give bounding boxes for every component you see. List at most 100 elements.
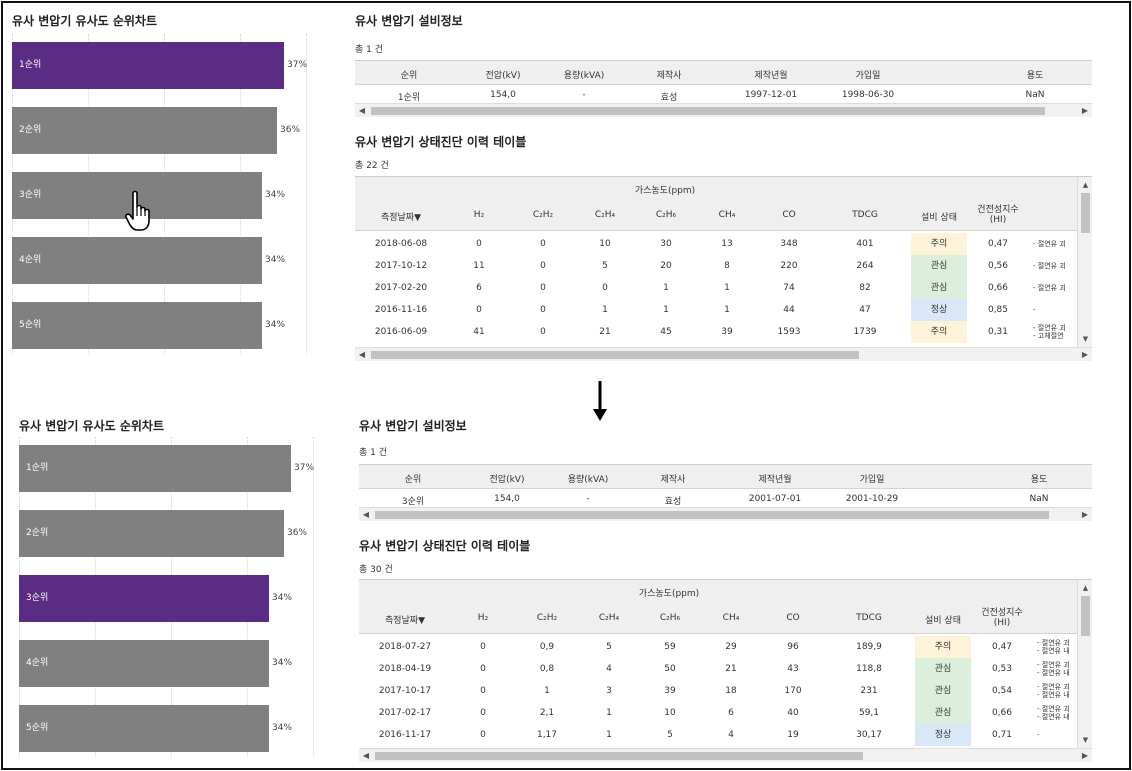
vertical-scrollbar[interactable]: ▲ ▼ <box>1077 177 1092 347</box>
table-cell: 효성 <box>664 497 682 507</box>
column-header[interactable]: 용도 <box>1005 68 1065 81</box>
column-header-h2[interactable]: H₂ <box>459 210 499 220</box>
table-row[interactable]: 2016-06-09 41 0 21 45 39 1593 1739 주의 0,31 - 절연유 괴… <box>355 321 1077 343</box>
vertical-scrollbar[interactable]: ▲ ▼ <box>1077 580 1092 748</box>
scroll-left-icon[interactable]: ◀ <box>355 348 369 362</box>
column-header[interactable]: 전압(kV) <box>463 68 543 81</box>
column-header-status[interactable]: 설비 상태 <box>911 210 967 223</box>
rank-bar[interactable]: 2순위 <box>12 107 277 154</box>
column-header-tdcg[interactable]: TDCG <box>835 210 895 220</box>
cell-c2h4: 5 <box>602 261 608 271</box>
table-row[interactable]: 2016-11-17 0 1,17 1 5 4 19 30,17 정상 0,71 - <box>359 724 1077 746</box>
scrollbar-thumb[interactable] <box>371 107 1045 115</box>
table-row[interactable]: 2018-06-08 0 0 10 30 13 348 401 주의 0,47 - 절연유 괴 <box>355 233 1077 255</box>
rank-bar[interactable]: 5순위 <box>19 705 269 752</box>
horizontal-scrollbar[interactable]: ◀ ▶ <box>359 748 1092 762</box>
rank-bar[interactable]: 1순위 <box>12 42 284 89</box>
column-header-co[interactable]: CO <box>761 210 817 220</box>
column-header[interactable]: 제작년월 <box>725 472 825 485</box>
scrollbar-thumb[interactable] <box>375 752 863 760</box>
scroll-left-icon[interactable]: ◀ <box>359 749 373 763</box>
scrollbar-thumb[interactable] <box>1081 193 1090 233</box>
column-header-status[interactable]: 설비 상태 <box>915 613 971 626</box>
rank-bar-value: 37% <box>294 463 315 473</box>
rank-bar-label: 1순위 <box>19 60 42 70</box>
column-header-tdcg[interactable]: TDCG <box>839 613 899 623</box>
rank-bar[interactable]: 5순위 <box>12 302 262 349</box>
scrollbar-thumb[interactable] <box>375 511 1049 519</box>
diagnosis-note: - 절연유 괴 <box>1033 240 1073 248</box>
column-header[interactable]: 용도 <box>1009 472 1069 485</box>
column-header-date[interactable]: 측정날짜▼ <box>363 613 447 626</box>
column-header[interactable]: 순위 <box>369 68 449 81</box>
rank-bar[interactable]: 2순위 <box>19 510 284 557</box>
cell-tdcg: 264 <box>856 261 874 271</box>
scrollbar-thumb[interactable] <box>1081 596 1090 636</box>
column-header-date[interactable]: 측정날짜▼ <box>359 210 443 223</box>
column-header[interactable]: 제작사 <box>637 472 709 485</box>
column-header-c2h4[interactable]: C₂H₄ <box>577 210 633 220</box>
rank-bar-label: 3순위 <box>19 190 42 200</box>
rank-bar[interactable]: 4순위 <box>19 640 269 687</box>
rank-bar-label: 2순위 <box>26 528 49 538</box>
scroll-down-icon[interactable]: ▼ <box>1078 333 1093 345</box>
table-row[interactable]: 2017-02-20 6 0 0 1 1 74 82 관심 0,66 - 절연유 괴 <box>355 277 1077 299</box>
table-cell: 154,0 <box>494 494 520 504</box>
table-row[interactable]: 3순위 154,0 - 효성 2001-07-01 2001-10-29 NaN <box>359 492 1092 508</box>
column-header-c2h2[interactable]: C₂H₂ <box>515 210 571 220</box>
scroll-up-icon[interactable]: ▲ <box>1078 582 1093 594</box>
table-row[interactable]: 2018-07-27 0 0,9 5 59 29 96 189,9 주의 0,47 - 절연유 괴-… <box>359 636 1077 658</box>
column-header[interactable]: 가입일 <box>821 68 915 81</box>
scroll-right-icon[interactable]: ▶ <box>1078 348 1092 362</box>
scroll-left-icon[interactable]: ◀ <box>359 508 373 522</box>
status-badge: 관심 <box>915 680 971 702</box>
column-header-c2h6[interactable]: C₂H₆ <box>641 613 699 623</box>
column-header[interactable]: 용량(kVA) <box>547 472 629 485</box>
column-header[interactable]: 제작년월 <box>721 68 821 81</box>
column-header[interactable]: 전압(kV) <box>467 472 547 485</box>
table-row[interactable]: 2018-04-19 0 0,8 4 50 21 43 118,8 관심 0,53 - 절연유 괴-… <box>359 658 1077 680</box>
table-row[interactable]: 2017-02-17 0 2,1 1 10 6 40 59,1 관심 0,66 - 절연유 괴- 절… <box>359 702 1077 724</box>
table-cell: NaN <box>1029 494 1049 504</box>
table-row[interactable]: 2017-10-12 11 0 5 20 8 220 264 관심 0,56 - 절연유 괴 <box>355 255 1077 277</box>
column-header-co[interactable]: CO <box>765 613 821 623</box>
column-header-ch4[interactable]: CH₄ <box>705 210 749 220</box>
gas-concentration-header: 가스농도(ppm) <box>638 589 700 599</box>
column-header[interactable]: 가입일 <box>825 472 919 485</box>
table-row[interactable]: 2017-10-17 0 1 3 39 18 170 231 관심 0,54 - 절연유 괴- 절연… <box>359 680 1077 702</box>
column-header-hi[interactable]: 건전성지수 (HI) <box>973 205 1023 225</box>
column-header-hi[interactable]: 건전성지수 (HI) <box>977 608 1027 628</box>
table-cell: - <box>582 90 586 100</box>
horizontal-scrollbar[interactable]: ◀ ▶ <box>359 507 1092 521</box>
column-header[interactable]: 용량(kVA) <box>543 68 625 81</box>
similarity-rank-chart: 1순위 37% 2순위 36% 3순위 34% 4순위 34% 5순위 34% <box>12 34 312 354</box>
rank-bar[interactable]: 4순위 <box>12 237 262 284</box>
horizontal-scrollbar[interactable]: ◀ ▶ <box>355 347 1092 361</box>
column-header-c2h2[interactable]: C₂H₂ <box>519 613 575 623</box>
table-cell: 3순위 <box>401 497 425 507</box>
cell-co: 170 <box>784 686 802 696</box>
scroll-up-icon[interactable]: ▲ <box>1078 179 1093 191</box>
scroll-right-icon[interactable]: ▶ <box>1078 749 1092 763</box>
cell-ch4: 1 <box>724 305 730 315</box>
table-row[interactable]: 1순위 154,0 - 효성 1997-12-01 1998-06-30 NaN <box>355 88 1092 104</box>
chart-title: 유사 변압기 유사도 순위차트 <box>19 419 165 433</box>
column-header-c2h4[interactable]: C₂H₄ <box>581 613 637 623</box>
table-row[interactable]: 2016-11-16 0 0 1 1 1 44 47 정상 0,85 - <box>355 299 1077 321</box>
scroll-down-icon[interactable]: ▼ <box>1078 734 1093 746</box>
horizontal-scrollbar[interactable]: ◀ ▶ <box>355 103 1092 117</box>
table-cell: 2001-10-29 <box>845 494 899 504</box>
column-header-c2h6[interactable]: C₂H₆ <box>637 210 695 220</box>
column-header[interactable]: 제작사 <box>633 68 705 81</box>
column-header-ch4[interactable]: CH₄ <box>709 613 753 623</box>
scroll-right-icon[interactable]: ▶ <box>1078 104 1092 118</box>
rank-bar[interactable]: 1순위 <box>19 445 291 492</box>
rank-bar-value: 34% <box>272 593 293 603</box>
column-header[interactable]: 순위 <box>373 472 453 485</box>
scroll-right-icon[interactable]: ▶ <box>1078 508 1092 522</box>
scroll-left-icon[interactable]: ◀ <box>355 104 369 118</box>
cell-c2h4: 10 <box>599 239 611 249</box>
scrollbar-thumb[interactable] <box>371 351 859 359</box>
rank-bar[interactable]: 3순위 <box>19 575 269 622</box>
column-header-h2[interactable]: H₂ <box>463 613 503 623</box>
